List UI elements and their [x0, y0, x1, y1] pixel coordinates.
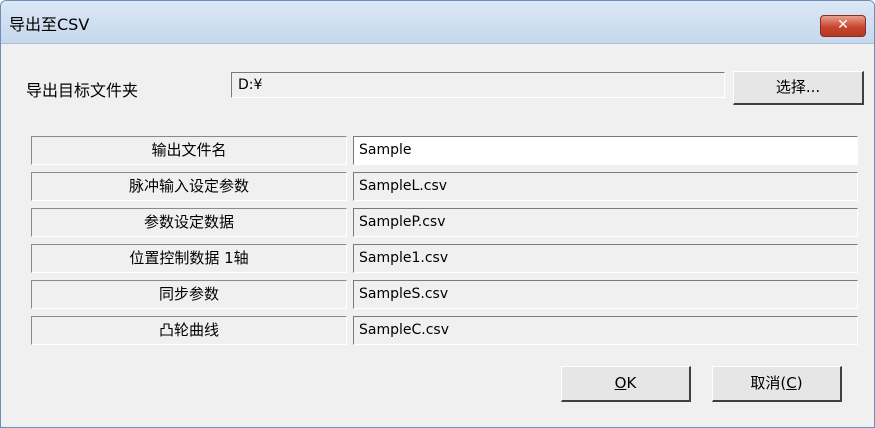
folder-label: 导出目标文件夹 — [26, 81, 139, 100]
position-control-data-file: Sample1.csv — [353, 244, 858, 273]
sync-params-file: SampleS.csv — [353, 280, 858, 309]
dialog-body: 导出目标文件夹 D:¥ 选择... 输出文件名 Sample 脉冲输入设定参数 … — [9, 44, 866, 427]
close-button[interactable]: ✕ — [820, 15, 866, 37]
cam-curve-label: 凸轮曲线 — [31, 316, 347, 345]
title-bar[interactable]: 导出至CSV ✕ — [1, 1, 874, 44]
pulse-input-params-file: SampleL.csv — [353, 172, 858, 201]
cancel-label: 取消( — [750, 374, 787, 392]
dialog-title: 导出至CSV — [9, 15, 90, 34]
cancel-button[interactable]: 取消(C) — [712, 366, 842, 402]
ok-button[interactable]: OK — [561, 366, 691, 402]
folder-path-field: D:¥ — [231, 72, 725, 98]
cancel-label-suffix: ) — [796, 374, 803, 392]
cancel-hotkey: C — [786, 374, 797, 392]
select-folder-button[interactable]: 选择... — [733, 71, 864, 105]
output-filename-label: 输出文件名 — [31, 136, 347, 165]
ok-label: K — [626, 374, 637, 392]
ok-hotkey: O — [614, 374, 627, 392]
export-csv-dialog: 导出至CSV ✕ 导出目标文件夹 D:¥ 选择... 输出文件名 Sample … — [0, 0, 875, 428]
param-setting-data-file: SampleP.csv — [353, 208, 858, 237]
sync-params-label: 同步参数 — [31, 280, 347, 309]
param-setting-data-label: 参数设定数据 — [31, 208, 347, 237]
output-filename-input[interactable]: Sample — [353, 136, 858, 165]
close-icon: ✕ — [837, 17, 849, 33]
pulse-input-params-label: 脉冲输入设定参数 — [31, 172, 347, 201]
position-control-data-label: 位置控制数据 1轴 — [31, 244, 347, 273]
cam-curve-file: SampleC.csv — [353, 316, 858, 345]
